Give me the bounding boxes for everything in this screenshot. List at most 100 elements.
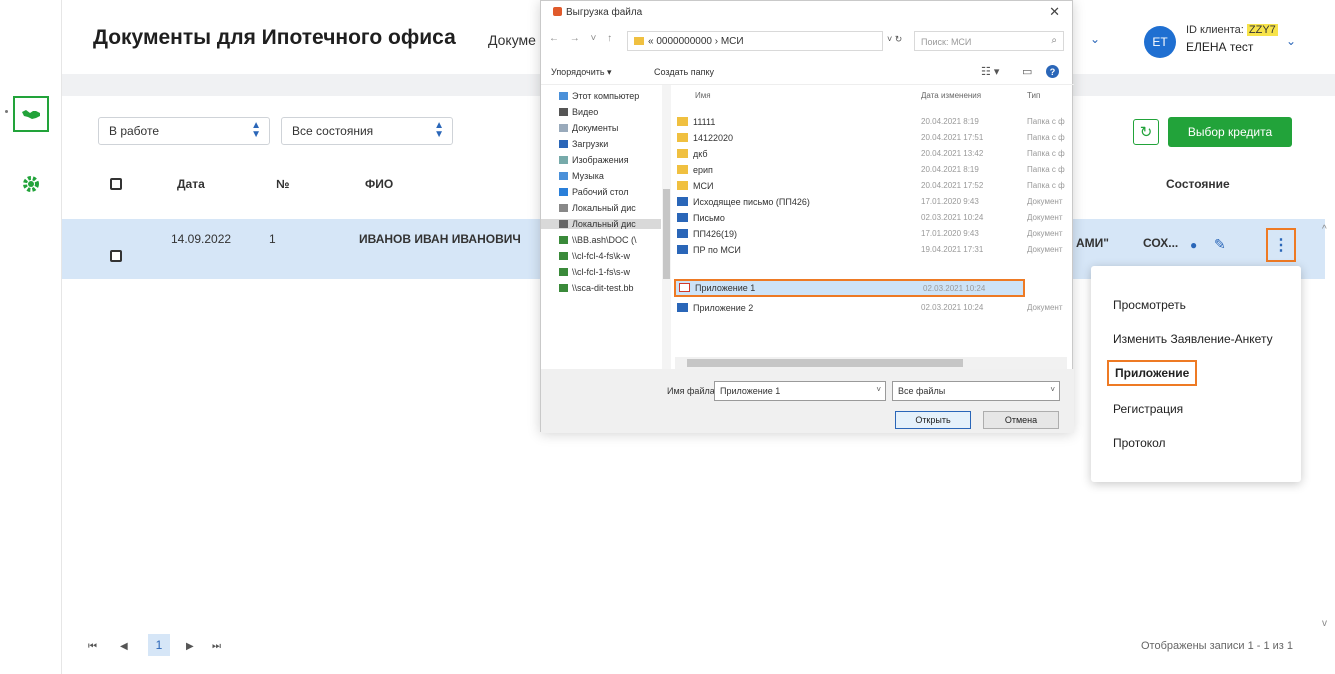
file-row[interactable]: 14122020 20.04.2021 17:51 Папка с ф [677, 133, 1074, 145]
organize-menu[interactable]: Упорядочить ▾ [551, 67, 612, 78]
select-all-checkbox[interactable] [110, 178, 122, 190]
nav-item-music[interactable]: Музыка [559, 171, 659, 181]
next-page-icon[interactable]: ▶ [186, 641, 194, 652]
app-icon [553, 7, 562, 16]
client-id-label: ID клиента: [1186, 24, 1244, 36]
refresh-button[interactable]: ↻ [1133, 119, 1159, 145]
file-type: Документ [1027, 229, 1063, 238]
first-page-icon[interactable]: ⏮ [88, 641, 97, 652]
navigation-pane: Этот компьютер Видео Документы Загрузки … [541, 85, 671, 369]
nav-item-network-4[interactable]: \\sca-dit-test.bb [559, 283, 659, 293]
file-row[interactable]: Исходящее письмо (ПП426) 17.01.2020 9:43… [677, 197, 1074, 209]
nav-item-desktop[interactable]: Рабочий стол [559, 187, 659, 197]
address-bar[interactable]: « 0000000000 › МСИ [627, 31, 883, 51]
close-icon[interactable]: ✕ [1049, 4, 1060, 20]
file-type: Папка с ф [1027, 149, 1065, 158]
file-type: Документ [1027, 303, 1063, 312]
column-header-number[interactable]: № [276, 177, 289, 191]
file-date: 19.04.2021 17:31 [921, 245, 984, 254]
column-header-fio[interactable]: ФИО [365, 177, 393, 191]
dialog-toolbar: Упорядочить ▾ Создать папку ☷ ▾ ▭ ? [541, 57, 1074, 85]
scroll-down-icon[interactable]: v [1322, 618, 1327, 629]
status-filter[interactable]: В работе ▲ ▼ [98, 117, 270, 145]
scroll-up-icon[interactable]: ^ [1322, 224, 1327, 235]
file-type: Папка с ф [1027, 133, 1065, 142]
file-date: 02.03.2021 10:24 [923, 284, 986, 293]
nav-scroll-thumb[interactable] [663, 189, 670, 279]
row-checkbox[interactable] [110, 250, 122, 262]
page-number[interactable]: 1 [148, 634, 170, 656]
nav-item-local-disk-2[interactable]: Локальный дис [541, 219, 661, 229]
search-input[interactable]: Поиск: МСИ ⌕ [914, 31, 1064, 51]
nav-item-this-pc[interactable]: Этот компьютер [559, 91, 659, 101]
filetype-select[interactable]: Все файлы ˅ [892, 381, 1060, 401]
cancel-button[interactable]: Отмена [983, 411, 1059, 429]
nav-item-network-3[interactable]: \\cl-fcl-1-fs\s-w [559, 267, 659, 277]
column-header-date[interactable]: Дата [177, 177, 205, 191]
file-date: 17.01.2020 9:43 [921, 229, 979, 238]
word-document-icon [677, 213, 688, 222]
view-options-icon[interactable]: ☷ ▾ [981, 65, 999, 78]
open-button[interactable]: Открыть [895, 411, 971, 429]
file-row[interactable]: ерип 20.04.2021 8:19 Папка с ф [677, 165, 1074, 177]
menu-item-registration[interactable]: Регистрация [1113, 402, 1183, 416]
file-row[interactable]: Письмо 02.03.2021 10:24 Документ [677, 213, 1074, 225]
file-type: Документ [1027, 213, 1063, 222]
preview-pane-icon[interactable]: ▭ [1022, 65, 1032, 78]
h-scroll-thumb[interactable] [687, 359, 963, 367]
nav-item-local-disk-1[interactable]: Локальный дис [559, 203, 659, 213]
file-row[interactable]: ПР по МСИ 19.04.2021 17:31 Документ [677, 245, 1074, 257]
row-fio: ИВАНОВ ИВАН ИВАНОВИЧ [359, 232, 521, 246]
last-page-icon[interactable]: ⏭ [212, 641, 221, 652]
help-icon[interactable]: ? [1046, 65, 1059, 78]
breadcrumb[interactable]: Докуме [488, 32, 536, 48]
nav-scrollbar[interactable] [662, 85, 671, 369]
nav-item-network-2[interactable]: \\cl-fcl-4-fs\k-w [559, 251, 659, 261]
menu-item-edit-application[interactable]: Изменить Заявление-Анкету [1113, 332, 1273, 346]
column-header-state[interactable]: Состояние [1166, 177, 1230, 191]
file-name: Приложение 2 [693, 303, 754, 313]
file-type: Документ [1027, 245, 1063, 254]
search-icon: ⌕ [1051, 35, 1057, 46]
client-name: ЕЛЕНА тест [1186, 40, 1254, 54]
state-filter[interactable]: Все состояния ▲ ▼ [281, 117, 453, 145]
nav-item-network-1[interactable]: \\BB.ash\DOC (\ [559, 235, 659, 245]
more-actions-button[interactable]: ⋮ [1266, 228, 1296, 262]
chevron-down-icon[interactable]: ˅ [876, 385, 881, 394]
menu-item-view[interactable]: Просмотреть [1113, 298, 1186, 312]
horizontal-scrollbar[interactable] [675, 357, 1067, 369]
file-row[interactable]: 11111 20.04.2021 8:19 Папка с ф [677, 117, 1074, 129]
file-row[interactable]: дкб 20.04.2021 13:42 Папка с ф [677, 149, 1074, 161]
chevron-down-icon[interactable]: ⌄ [1090, 32, 1100, 46]
nav-arrows[interactable]: ← → ˅ ↑ [549, 33, 616, 44]
sidebar-item-documents[interactable] [13, 96, 49, 132]
file-row[interactable]: Приложение 2 02.03.2021 10:24 Документ [677, 303, 1074, 315]
file-name: ПП426(19) [693, 229, 737, 239]
file-row[interactable]: ПП426(19) 17.01.2020 9:43 Документ [677, 229, 1074, 241]
column-name[interactable]: Имя [695, 91, 711, 100]
select-credit-button[interactable]: Выбор кредита [1168, 117, 1292, 147]
filename-field[interactable]: Приложение 1 ˅ [714, 381, 886, 401]
pdf-icon [679, 283, 690, 292]
sort-arrows-icon: ▲ ▼ [251, 120, 261, 140]
edit-icon[interactable]: ✎ [1214, 236, 1226, 253]
nav-item-documents[interactable]: Документы [559, 123, 659, 133]
nav-item-downloads[interactable]: Загрузки [559, 139, 659, 149]
chevron-down-icon[interactable]: ⌄ [1286, 34, 1296, 48]
new-folder-button[interactable]: Создать папку [654, 67, 714, 77]
menu-item-protocol[interactable]: Протокол [1113, 436, 1166, 450]
nav-item-pictures[interactable]: Изображения [559, 155, 659, 165]
nav-item-video[interactable]: Видео [559, 107, 659, 117]
sidebar-item-settings[interactable] [13, 166, 49, 202]
file-row-selected[interactable]: Приложение 1 02.03.2021 10:24 Adobe Ac [674, 279, 1025, 297]
view-icon[interactable]: ● [1190, 238, 1197, 252]
column-type[interactable]: Тип [1027, 91, 1040, 100]
refresh-icon[interactable]: ˅ ↻ [887, 34, 902, 45]
menu-item-attachment[interactable]: Приложение [1107, 360, 1198, 386]
file-name: 11111 [693, 117, 716, 127]
file-row[interactable]: МСИ 20.04.2021 17:52 Папка с ф [677, 181, 1074, 193]
avatar[interactable]: ЕТ [1144, 26, 1176, 58]
prev-page-icon[interactable]: ◀ [120, 641, 128, 652]
file-date: 20.04.2021 17:52 [921, 181, 984, 190]
column-date-modified[interactable]: Дата изменения [921, 91, 981, 100]
